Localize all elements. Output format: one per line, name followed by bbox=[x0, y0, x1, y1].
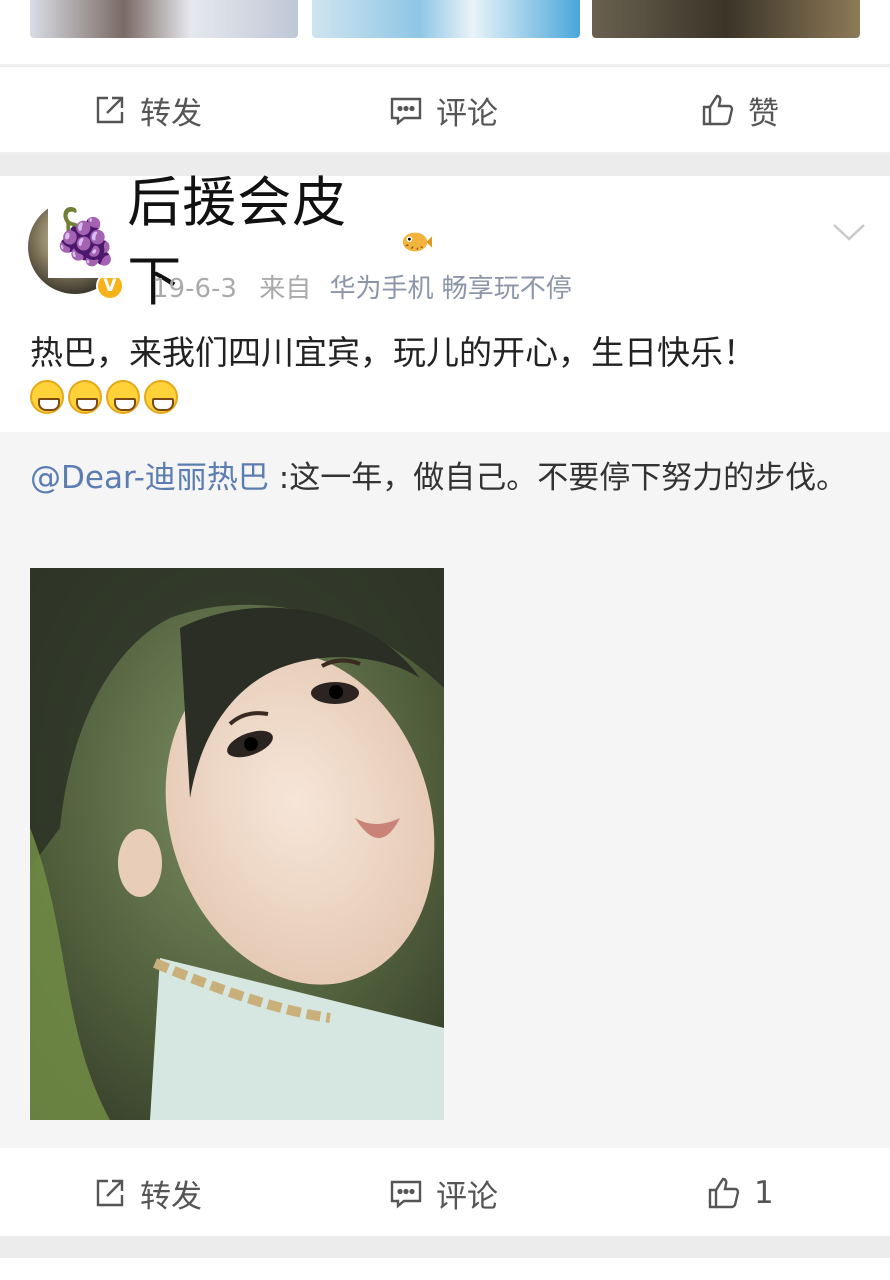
emoji-row bbox=[30, 380, 178, 414]
comment-button[interactable]: 评论 bbox=[388, 67, 498, 153]
image-thumbnail[interactable] bbox=[312, 0, 580, 38]
repost-photo[interactable] bbox=[30, 568, 444, 1120]
comment-icon bbox=[390, 97, 422, 126]
grin-emoji-icon bbox=[106, 380, 140, 414]
pufferfish-emoji-icon bbox=[402, 232, 432, 252]
like-count: 1 bbox=[754, 1175, 774, 1211]
repost-text: @Dear-迪丽热巴 :这一年，做自己。不要停下努力的步伐。 bbox=[30, 454, 866, 502]
repost-label: 转发 bbox=[140, 95, 202, 132]
previous-post-action-bar: 转发 评论 赞 bbox=[0, 66, 890, 152]
chevron-down-icon[interactable] bbox=[832, 222, 866, 242]
like-label: 赞 bbox=[748, 95, 779, 132]
previous-post-images bbox=[0, 0, 890, 64]
next-post-card bbox=[0, 1258, 890, 1280]
portrait-image bbox=[30, 568, 444, 1120]
comment-icon bbox=[390, 1180, 422, 1209]
source-prefix: 来自 bbox=[259, 274, 312, 304]
comment-button[interactable]: 评论 bbox=[388, 1150, 498, 1236]
share-icon bbox=[96, 1179, 124, 1207]
image-thumbnail[interactable] bbox=[592, 0, 860, 38]
like-button[interactable]: 赞 bbox=[700, 67, 779, 153]
mention-link[interactable]: @Dear-迪丽热巴 bbox=[30, 460, 269, 496]
post-timestamp: 19-6-3 bbox=[152, 274, 237, 304]
grape-emoji-icon: 🍇 bbox=[52, 205, 120, 268]
grin-emoji-icon bbox=[144, 380, 178, 414]
image-thumbnail[interactable] bbox=[30, 0, 298, 38]
post-source[interactable]: 华为手机 畅享玩不停 bbox=[329, 274, 571, 304]
grin-emoji-icon bbox=[68, 380, 102, 414]
post-action-bar: 转发 评论 1 bbox=[0, 1150, 890, 1236]
post-meta: 19-6-3 来自 华为手机 畅享玩不停 bbox=[152, 268, 572, 305]
comment-label: 评论 bbox=[436, 1178, 498, 1215]
feed-separator bbox=[0, 1236, 890, 1258]
post-text: 热巴，来我们四川宜宾，玩儿的开心，生日快乐！ bbox=[30, 333, 756, 372]
repost-body: :这一年，做自己。不要停下努力的步伐。 bbox=[268, 460, 848, 496]
author-name-overlay[interactable]: 🍇 后援会皮下 bbox=[48, 171, 432, 313]
repost-button[interactable]: 转发 bbox=[92, 67, 202, 153]
repost-label: 转发 bbox=[140, 1178, 202, 1215]
comment-label: 评论 bbox=[436, 95, 498, 132]
grin-emoji-icon bbox=[30, 380, 64, 414]
thumbs-up-icon bbox=[702, 94, 734, 126]
repost-button[interactable]: 转发 bbox=[92, 1150, 202, 1236]
share-icon bbox=[96, 96, 124, 124]
thumbs-up-icon bbox=[708, 1177, 740, 1209]
like-button[interactable]: 1 bbox=[706, 1150, 774, 1236]
